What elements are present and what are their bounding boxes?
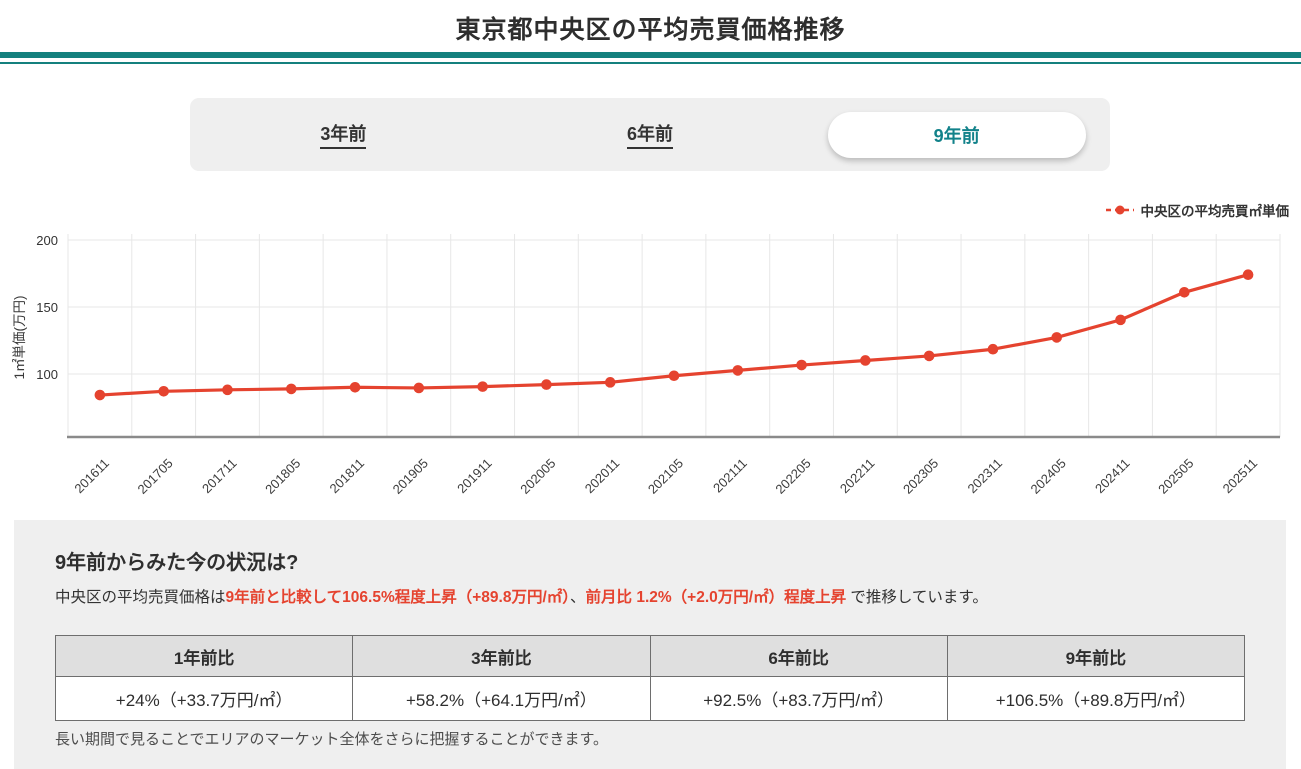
comparison-table-value-row: +24%（+33.7万円/㎡）+58.2%（+64.1万円/㎡）+92.5%（+… xyxy=(56,677,1245,721)
tab-3年前[interactable]: 3年前 xyxy=(190,120,497,149)
data-point xyxy=(669,370,680,381)
y-tick-label: 200 xyxy=(36,233,58,248)
x-tick-label: 202111 xyxy=(710,456,750,496)
summary-note: 長い期間で見ることでエリアのマーケット全体をさらに把握することができます。 xyxy=(55,728,608,749)
x-tick-label: 202011 xyxy=(582,456,623,497)
legend-label: 中央区の平均売買㎡単価 xyxy=(1141,200,1290,220)
y-tick-label: 100 xyxy=(36,367,58,382)
tab-label: 3年前 xyxy=(320,120,366,149)
data-point xyxy=(1115,315,1126,326)
summary-sentence-segment: 中央区の平均売買価格は xyxy=(55,589,226,606)
data-point xyxy=(605,377,616,388)
comparison-value-cell: +92.5%（+83.7万円/㎡） xyxy=(650,677,947,721)
x-tick-label: 202505 xyxy=(1155,456,1196,497)
legend-marker-icon xyxy=(1105,204,1135,216)
data-point xyxy=(541,379,552,390)
x-tick-label: 202305 xyxy=(900,456,941,497)
x-tick-label: 202105 xyxy=(645,456,686,497)
data-point xyxy=(1243,269,1254,280)
comparison-header-cell: 3年前比 xyxy=(353,636,650,677)
x-tick-label: 201811 xyxy=(327,456,368,497)
x-tick-label: 201611 xyxy=(71,456,112,497)
summary-sentence-segment: 9年前と比較して106.5%程度上昇（+89.8万円/㎡） xyxy=(226,589,571,606)
comparison-header-cell: 1年前比 xyxy=(56,636,353,677)
data-point xyxy=(796,360,807,371)
data-point xyxy=(95,390,106,401)
x-tick-label: 202411 xyxy=(1092,456,1133,497)
comparison-value-cell: +58.2%（+64.1万円/㎡） xyxy=(353,677,650,721)
comparison-header-cell: 6年前比 xyxy=(650,636,947,677)
summary-sentence-segment: 、 xyxy=(570,589,586,606)
tab-label: 6年前 xyxy=(627,120,673,149)
x-tick-label: 201711 xyxy=(199,456,240,497)
x-tick-label: 202511 xyxy=(1220,456,1261,497)
data-point xyxy=(414,383,425,394)
data-point xyxy=(477,381,488,392)
data-point xyxy=(1051,332,1062,343)
x-tick-label: 201911 xyxy=(454,456,495,497)
comparison-header-cell: 9年前比 xyxy=(947,636,1244,677)
data-point xyxy=(158,386,169,397)
data-point xyxy=(350,382,361,393)
x-tick-label: 202405 xyxy=(1028,456,1069,497)
y-tick-label: 150 xyxy=(36,300,58,315)
summary-sentence-segment: 前月比 1.2%（+2.0万円/㎡）程度上昇 xyxy=(586,589,847,606)
comparison-value-cell: +24%（+33.7万円/㎡） xyxy=(56,677,353,721)
x-tick-label: 201805 xyxy=(262,456,303,497)
comparison-table: 1年前比3年前比6年前比9年前比 +24%（+33.7万円/㎡）+58.2%（+… xyxy=(55,635,1245,721)
tab-9年前[interactable]: 9年前 xyxy=(803,112,1110,158)
data-point xyxy=(860,355,871,366)
tab-label: 9年前 xyxy=(934,122,980,148)
data-point xyxy=(732,365,743,376)
price-trend-chart: 100 150 200 201611 201705 201711 201805 201811 2… xyxy=(0,220,1301,510)
x-tick-label: 201905 xyxy=(390,456,431,497)
data-point xyxy=(1179,287,1190,298)
x-tick-label: 202211 xyxy=(837,456,878,497)
title-rule-thin xyxy=(0,62,1301,64)
data-point xyxy=(988,344,999,355)
comparison-table-header-row: 1年前比3年前比6年前比9年前比 xyxy=(56,636,1245,677)
tab-6年前[interactable]: 6年前 xyxy=(497,120,804,149)
title-rule-thick xyxy=(0,52,1301,58)
y-axis-title: 1㎡単価(万円) xyxy=(12,296,27,380)
comparison-value-cell: +106.5%（+89.8万円/㎡） xyxy=(947,677,1244,721)
x-tick-label: 201705 xyxy=(135,456,176,497)
period-tabbar: 3年前 6年前 9年前 xyxy=(190,98,1110,171)
chart-canvas: 100 150 200 201611 201705 201711 201805 201811 2… xyxy=(0,220,1301,510)
chart-legend: 中央区の平均売買㎡単価 xyxy=(1105,200,1290,220)
x-tick-label: 202311 xyxy=(964,456,1005,497)
page-title: 東京都中央区の平均売買価格推移 xyxy=(0,10,1301,46)
summary-sentence-segment: で推移しています。 xyxy=(846,589,988,606)
summary-heading: 9年前からみた今の状況は? xyxy=(55,546,298,575)
data-point xyxy=(222,385,233,396)
summary-sentence: 中央区の平均売買価格は9年前と比較して106.5%程度上昇（+89.8万円/㎡）… xyxy=(55,587,1255,609)
x-tick-label: 202005 xyxy=(517,456,558,497)
data-point xyxy=(286,384,297,395)
data-point xyxy=(924,351,935,362)
summary-panel: 9年前からみた今の状況は? 中央区の平均売買価格は9年前と比較して106.5%程… xyxy=(14,520,1286,769)
x-tick-label: 202205 xyxy=(772,456,813,497)
